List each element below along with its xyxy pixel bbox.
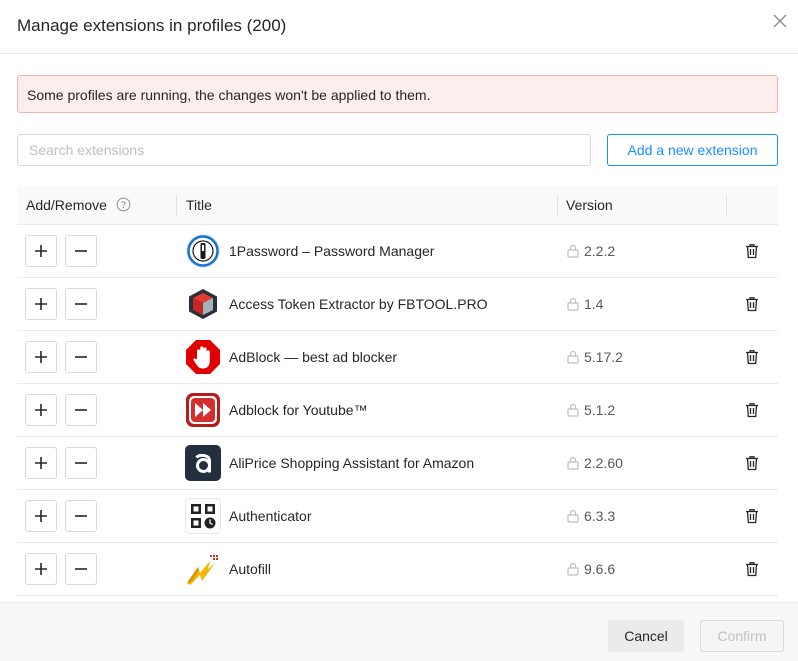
table-row: Access Token Extractor by FBTOOL.PRO 1.4: [17, 278, 778, 331]
running-profiles-alert: Some profiles are running, the changes w…: [17, 75, 778, 113]
header-title: Title: [186, 197, 212, 213]
manage-extensions-dialog: Manage extensions in profiles (200) Some…: [0, 0, 798, 661]
table-row: 1Password – Password Manager 2.2.2: [17, 225, 778, 278]
trash-icon[interactable]: [744, 508, 760, 524]
minus-icon: [75, 303, 87, 305]
extension-title: Adblock for Youtube™: [229, 402, 368, 418]
plus-icon: [35, 563, 47, 575]
remove-button[interactable]: [65, 341, 97, 373]
extensions-table: Add/Remove Title Version 1Password – Pas…: [17, 186, 778, 602]
add-button[interactable]: [25, 447, 57, 479]
plus-icon: [35, 245, 47, 257]
trash-icon[interactable]: [744, 243, 760, 259]
dialog-header: Manage extensions in profiles (200): [0, 0, 798, 54]
1password-icon: [186, 234, 220, 268]
table-header: Add/Remove Title Version: [17, 186, 778, 225]
minus-icon: [75, 515, 87, 517]
dialog-footer: Cancel Confirm: [0, 602, 798, 661]
aliprice-icon: [185, 445, 221, 481]
remove-button[interactable]: [65, 235, 97, 267]
add-button[interactable]: [25, 235, 57, 267]
minus-icon: [75, 250, 87, 252]
fast-forward-icon: [186, 393, 220, 427]
add-button[interactable]: [25, 288, 57, 320]
confirm-button[interactable]: Confirm: [700, 620, 784, 652]
extension-title: Autofill: [229, 561, 272, 577]
header-separator: [726, 195, 727, 216]
extension-version: 9.6.6: [584, 561, 616, 577]
header-separator: [557, 195, 558, 216]
help-icon[interactable]: [116, 197, 131, 212]
add-new-extension-button[interactable]: Add a new extension: [607, 134, 778, 166]
remove-button[interactable]: [65, 500, 97, 532]
plus-icon: [35, 510, 47, 522]
search-input[interactable]: [17, 134, 591, 166]
remove-button[interactable]: [65, 447, 97, 479]
extension-version: 2.2.60: [584, 455, 623, 471]
minus-icon: [75, 409, 87, 411]
table-row: AliPrice Shopping Assistant for Amazon 2…: [17, 437, 778, 490]
extension-title: Access Token Extractor by FBTOOL.PRO: [229, 296, 488, 312]
qr-code-icon: [185, 498, 221, 534]
extension-version: 1.4: [584, 296, 604, 312]
extension-title: Authenticator: [229, 508, 312, 524]
extension-title: AdBlock — best ad blocker: [229, 349, 398, 365]
cancel-button[interactable]: Cancel: [608, 620, 684, 652]
header-version: Version: [566, 197, 613, 213]
extension-version: 5.1.2: [584, 402, 616, 418]
remove-button[interactable]: [65, 394, 97, 426]
adblock-hand-icon: [186, 340, 220, 374]
lock-icon: [567, 403, 579, 417]
add-button[interactable]: [25, 500, 57, 532]
add-button[interactable]: [25, 553, 57, 585]
add-button[interactable]: [25, 394, 57, 426]
header-add-remove: Add/Remove: [26, 197, 107, 213]
table-row: Authenticator 6.3.3: [17, 490, 778, 543]
lock-icon: [567, 509, 579, 523]
minus-icon: [75, 356, 87, 358]
lock-icon: [567, 297, 579, 311]
lock-icon: [567, 244, 579, 258]
plus-icon: [35, 351, 47, 363]
lock-icon: [567, 456, 579, 470]
lock-icon: [567, 350, 579, 364]
dialog-title: Manage extensions in profiles (200): [17, 16, 287, 35]
remove-button[interactable]: [65, 553, 97, 585]
extension-title: AliPrice Shopping Assistant for Amazon: [229, 455, 475, 471]
extension-title: 1Password – Password Manager: [229, 243, 435, 259]
plus-icon: [35, 457, 47, 469]
trash-icon[interactable]: [744, 455, 760, 471]
trash-icon[interactable]: [744, 402, 760, 418]
alert-text: Some profiles are running, the changes w…: [27, 87, 431, 103]
trash-icon[interactable]: [744, 349, 760, 365]
plus-icon: [35, 404, 47, 416]
trash-icon[interactable]: [744, 296, 760, 312]
plus-icon: [35, 298, 47, 310]
cube-icon: [189, 289, 217, 319]
lightning-icon: [187, 555, 218, 585]
remove-button[interactable]: [65, 288, 97, 320]
close-button[interactable]: [768, 9, 792, 33]
header-separator: [176, 195, 177, 216]
table-row: Autofill 9.6.6: [17, 543, 778, 596]
table-row: Adblock for Youtube™ 5.1.2: [17, 384, 778, 437]
minus-icon: [75, 568, 87, 570]
extension-version: 5.17.2: [584, 349, 623, 365]
lock-icon: [567, 562, 579, 576]
add-button[interactable]: [25, 341, 57, 373]
extension-version: 6.3.3: [584, 508, 616, 524]
minus-icon: [75, 462, 87, 464]
extension-version: 2.2.2: [584, 243, 616, 259]
close-icon: [773, 14, 787, 28]
trash-icon[interactable]: [744, 561, 760, 577]
table-row: AdBlock — best ad blocker 5.17.2: [17, 331, 778, 384]
